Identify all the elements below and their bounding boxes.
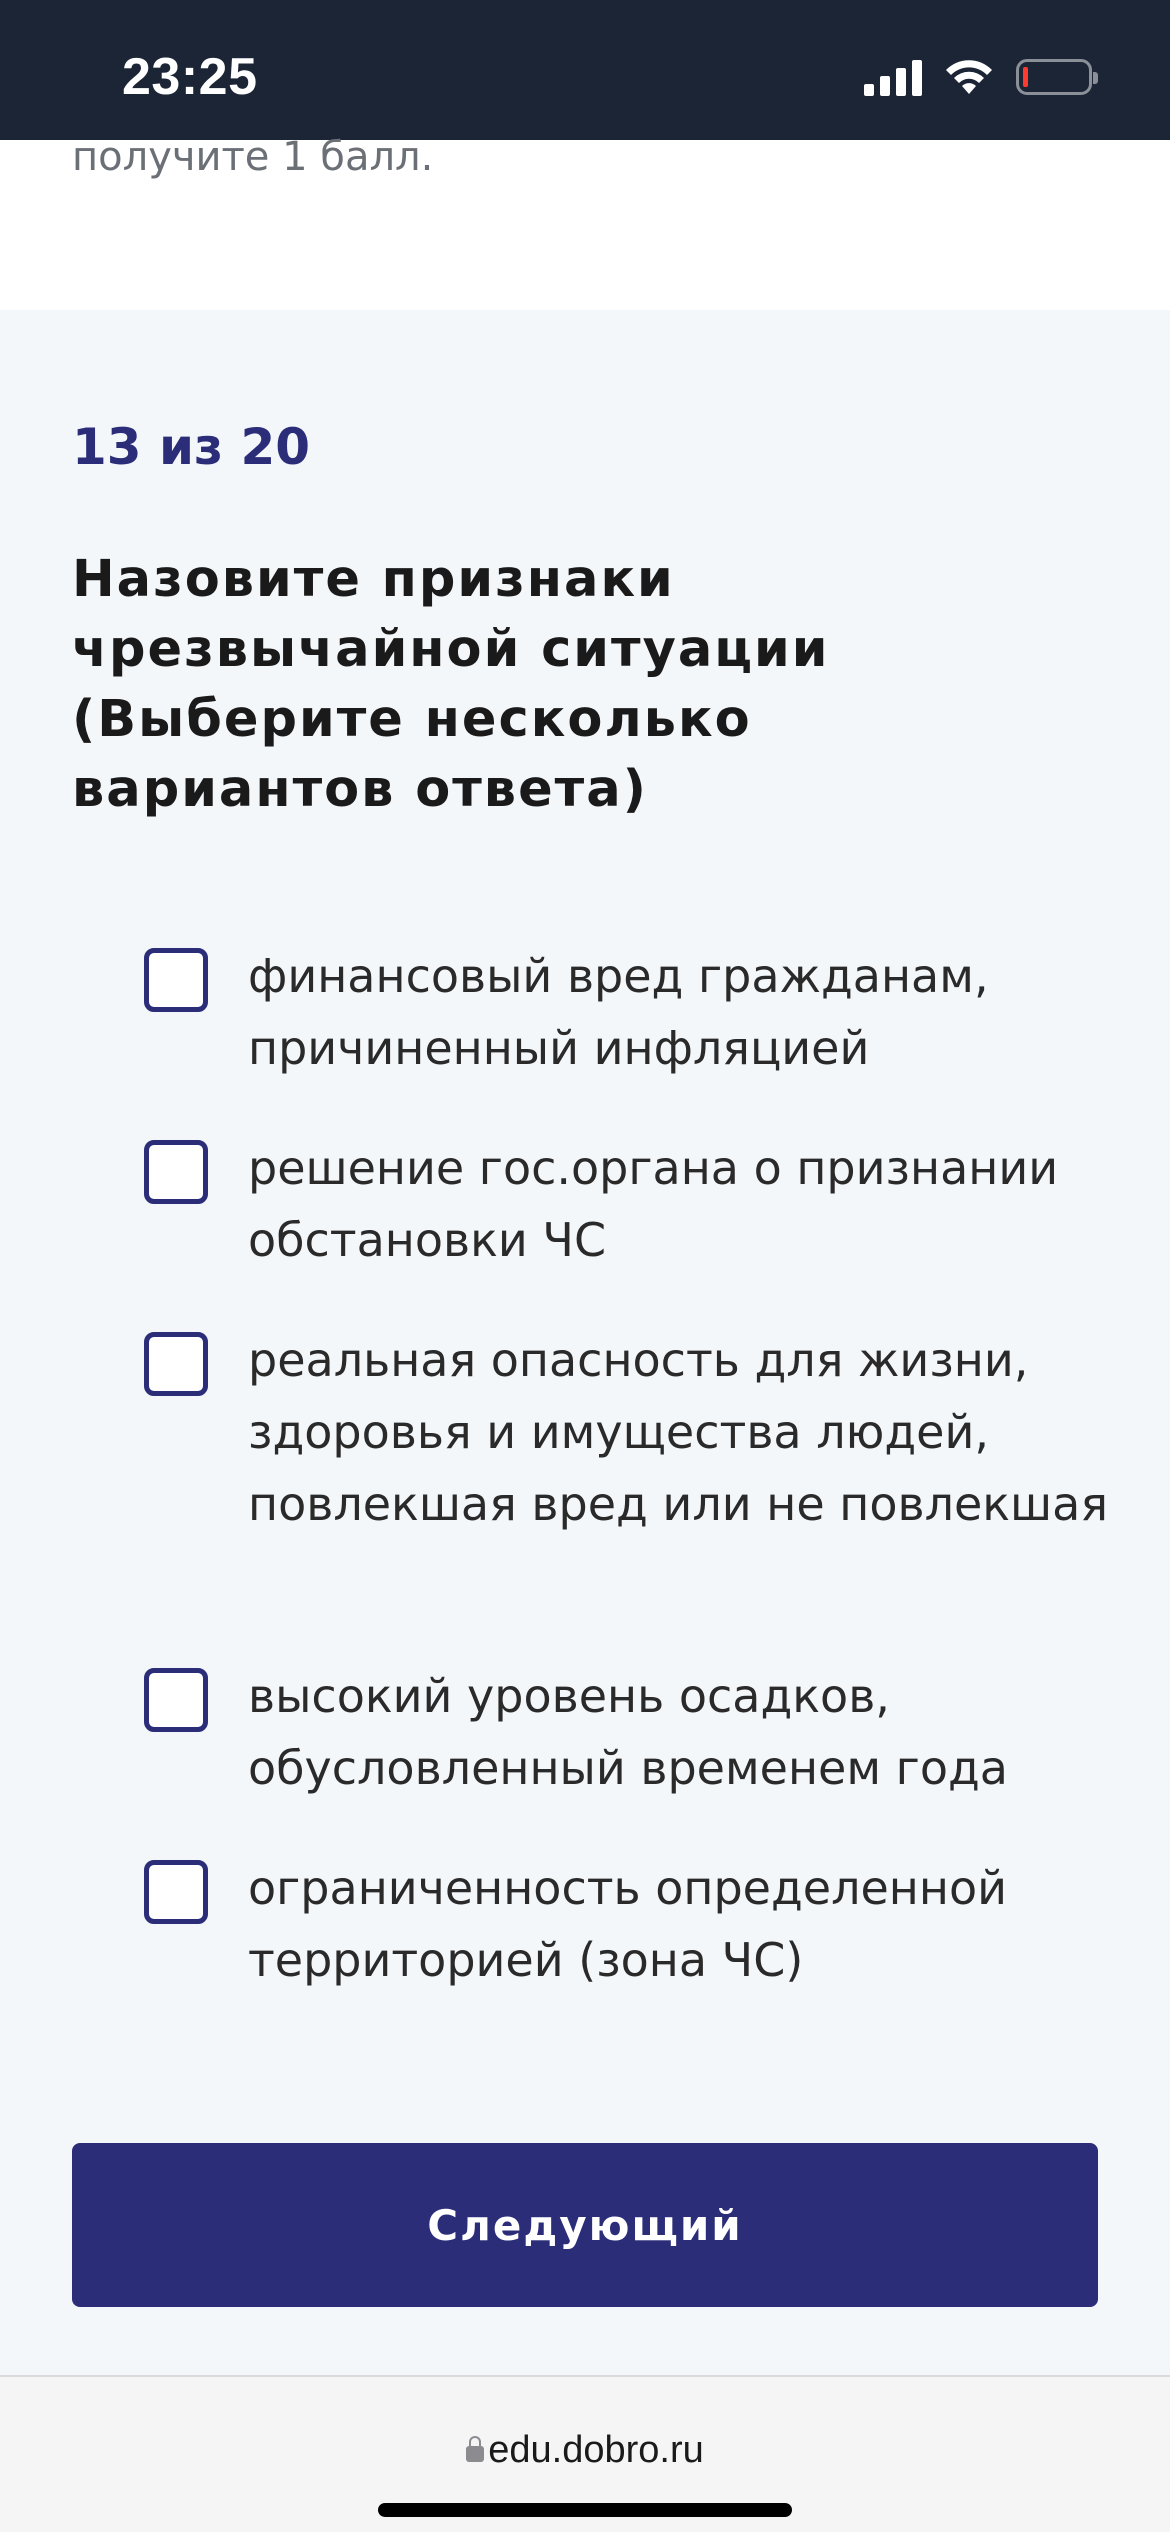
battery-low-icon xyxy=(1016,59,1098,95)
answer-option-1[interactable]: финансовый вред гражданам, причиненный и… xyxy=(144,940,1124,1084)
battery-level xyxy=(1023,67,1028,87)
answer-option-5[interactable]: ограниченность определенной территорией … xyxy=(144,1852,1124,1996)
url-text: edu.dobro.ru xyxy=(488,2429,704,2471)
answer-option-label: высокий уровень осадков, обусловленный в… xyxy=(248,1669,1008,1795)
answer-option-2[interactable]: решение гос.органа о признании обстановк… xyxy=(144,1132,1124,1276)
answer-option-3[interactable]: реальная опасность для жизни, здоровья и… xyxy=(144,1324,1124,1540)
intro-text: получите 1 балл. xyxy=(72,134,434,180)
intro-card: получите 1 балл. xyxy=(0,136,1170,310)
status-time: 23:25 xyxy=(122,48,258,106)
answer-option-4[interactable]: высокий уровень осадков, обусловленный в… xyxy=(144,1660,1124,1804)
answer-option-label: финансовый вред гражданам, причиненный и… xyxy=(248,949,989,1075)
wifi-icon xyxy=(946,60,992,94)
cellular-signal-icon xyxy=(864,58,922,96)
answer-option-label: решение гос.органа о признании обстановк… xyxy=(248,1141,1059,1267)
status-bar: 23:25 xyxy=(0,0,1170,140)
question-title: Назовите признаки чрезвычайной ситуации … xyxy=(72,550,830,819)
lock-icon xyxy=(466,2436,485,2462)
checkbox[interactable] xyxy=(144,948,208,1012)
browser-address-bar: edu.dobro.ru xyxy=(0,2375,1170,2532)
checkbox[interactable] xyxy=(144,1860,208,1924)
url-field[interactable]: edu.dobro.ru xyxy=(0,2429,1170,2472)
answer-option-label: реальная опасность для жизни, здоровья и… xyxy=(248,1333,1109,1531)
home-indicator[interactable] xyxy=(378,2503,792,2517)
question-progress: 13 из 20 xyxy=(72,418,311,476)
checkbox[interactable] xyxy=(144,1140,208,1204)
next-button[interactable]: Следующий xyxy=(72,2143,1098,2307)
checkbox[interactable] xyxy=(144,1668,208,1732)
answer-option-label: ограниченность определенной территорией … xyxy=(248,1861,1007,1987)
status-icons xyxy=(864,52,1098,102)
checkbox[interactable] xyxy=(144,1332,208,1396)
